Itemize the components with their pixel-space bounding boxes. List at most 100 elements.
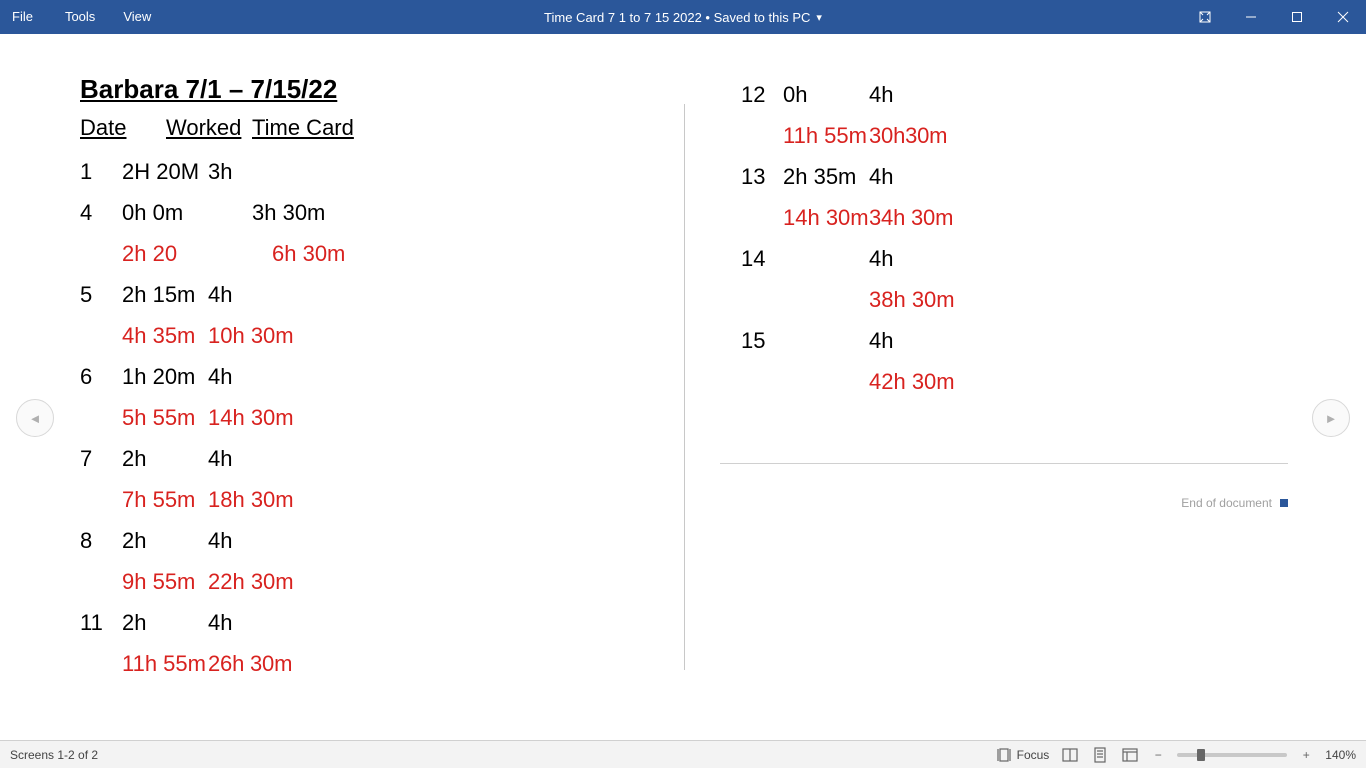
cell-timecard-total: 30h30m [869, 115, 947, 156]
menu-view[interactable]: View [109, 0, 165, 34]
cell-date: 13 [741, 156, 783, 197]
document-heading: Barbara 7/1 – 7/15/22 [80, 74, 705, 105]
cell-timecard: 4h [208, 274, 232, 315]
focus-label: Focus [1017, 748, 1050, 762]
entry-row: 82h4h [80, 520, 705, 561]
running-total-row: 14h 30m34h 30m [741, 197, 1366, 238]
document-body[interactable]: Barbara 7/1 – 7/15/22 Date Worked Time C… [0, 34, 1366, 740]
cell-date: 12 [741, 74, 783, 115]
cell-worked: 0h 0m [122, 192, 252, 233]
cell-date: 6 [80, 356, 122, 397]
header-date: Date [80, 115, 166, 141]
page-2: 120h4h11h 55m30h30m132h 35m4h14h 30m34h … [705, 34, 1366, 740]
zoom-slider-thumb[interactable] [1197, 749, 1205, 761]
cell-timecard-total: 10h 30m [208, 315, 294, 356]
cell-timecard: 3h [208, 151, 232, 192]
running-total-row: 42h 30m [741, 361, 1366, 402]
cell-worked-total: 4h 35m [122, 315, 208, 356]
cell-date: 8 [80, 520, 122, 561]
running-total-row: 11h 55m26h 30m [80, 643, 705, 684]
end-separator [720, 463, 1288, 464]
cell-worked-total: 7h 55m [122, 479, 208, 520]
cell-date: 15 [741, 320, 783, 361]
cell-timecard: 4h [869, 320, 893, 361]
minimize-button[interactable] [1228, 0, 1274, 34]
cell-timecard-total: 14h 30m [208, 397, 294, 438]
document-area: ◄ ► Barbara 7/1 – 7/15/22 Date Worked Ti… [0, 34, 1366, 740]
cell-timecard: 4h [869, 74, 893, 115]
table-headers: Date Worked Time Card [80, 115, 705, 141]
cell-worked-total: 9h 55m [122, 561, 208, 602]
cell-worked-total: 11h 55m [783, 115, 869, 156]
cell-timecard: 4h [208, 520, 232, 561]
cell-worked: 2H 20M [122, 151, 208, 192]
focus-icon [995, 746, 1013, 764]
close-button[interactable] [1320, 0, 1366, 34]
cell-worked: 2h 15m [122, 274, 208, 315]
zoom-slider[interactable] [1177, 753, 1287, 757]
cell-timecard: 4h [869, 238, 893, 279]
cell-timecard-total: 34h 30m [869, 197, 953, 238]
menu-file[interactable]: File [0, 0, 51, 34]
running-total-row: 38h 30m [741, 279, 1366, 320]
zoom-in-button[interactable]: + [1299, 748, 1313, 762]
cell-worked: 2h [122, 602, 208, 643]
entry-row: 15 4h [741, 320, 1366, 361]
zoom-level[interactable]: 140% [1325, 748, 1356, 762]
cell-worked [783, 320, 869, 361]
entry-row: 12H 20M3h [80, 151, 705, 192]
cell-worked: 2h 35m [783, 156, 869, 197]
entry-row: 112h4h [80, 602, 705, 643]
cell-date: 11 [80, 602, 122, 643]
cell-timecard: 4h [869, 156, 893, 197]
entry-row: 52h 15m4h [80, 274, 705, 315]
statusbar: Screens 1-2 of 2 Focus − + 140% [0, 740, 1366, 768]
cell-date: 7 [80, 438, 122, 479]
focus-mode-button[interactable]: Focus [995, 746, 1050, 764]
cell-worked: 1h 20m [122, 356, 208, 397]
cell-timecard: 4h [208, 438, 232, 479]
end-of-document-label: End of document [1181, 496, 1272, 510]
window-title[interactable]: Time Card 7 1 to 7 15 2022 • Saved to th… [544, 10, 822, 25]
entry-row: 61h 20m4h [80, 356, 705, 397]
cell-date: 1 [80, 151, 122, 192]
cell-worked: 2h [122, 520, 208, 561]
cell-worked-total: 5h 55m [122, 397, 208, 438]
entry-row: 40h 0m3h 30m [80, 192, 705, 233]
read-mode-button[interactable] [1061, 746, 1079, 764]
cell-timecard-total: 42h 30m [869, 361, 955, 402]
status-screens[interactable]: Screens 1-2 of 2 [10, 748, 995, 762]
entry-row: 14 4h [741, 238, 1366, 279]
cell-date: 14 [741, 238, 783, 279]
running-total-row: 11h 55m30h30m [741, 115, 1366, 156]
full-screen-button[interactable] [1182, 0, 1228, 34]
cell-timecard-total: 38h 30m [869, 279, 955, 320]
running-total-row: 2h 206h 30m [80, 233, 705, 274]
running-total-row: 7h 55m18h 30m [80, 479, 705, 520]
titlebar: File Tools View Time Card 7 1 to 7 15 20… [0, 0, 1366, 34]
end-of-document-marker: End of document [1181, 496, 1288, 510]
zoom-out-button[interactable]: − [1151, 748, 1165, 762]
web-layout-button[interactable] [1121, 746, 1139, 764]
cell-worked-total [783, 361, 869, 402]
cell-worked-total: 11h 55m [122, 643, 208, 684]
cell-date: 5 [80, 274, 122, 315]
print-layout-button[interactable] [1091, 746, 1109, 764]
entry-row: 72h4h [80, 438, 705, 479]
cell-timecard-total: 18h 30m [208, 479, 294, 520]
end-square-icon [1280, 499, 1288, 507]
cell-worked: 2h [122, 438, 208, 479]
page-1: Barbara 7/1 – 7/15/22 Date Worked Time C… [0, 34, 705, 740]
cell-timecard: 4h [208, 356, 232, 397]
cell-worked-total: 2h 20 [122, 233, 272, 274]
cell-worked [783, 238, 869, 279]
entry-row: 120h4h [741, 74, 1366, 115]
menu-tools[interactable]: Tools [51, 0, 109, 34]
running-total-row: 5h 55m14h 30m [80, 397, 705, 438]
window-title-text: Time Card 7 1 to 7 15 2022 • Saved to th… [544, 10, 810, 25]
cell-worked-total: 14h 30m [783, 197, 869, 238]
maximize-button[interactable] [1274, 0, 1320, 34]
running-total-row: 9h 55m22h 30m [80, 561, 705, 602]
window-controls [1182, 0, 1366, 34]
column-separator [684, 104, 685, 670]
